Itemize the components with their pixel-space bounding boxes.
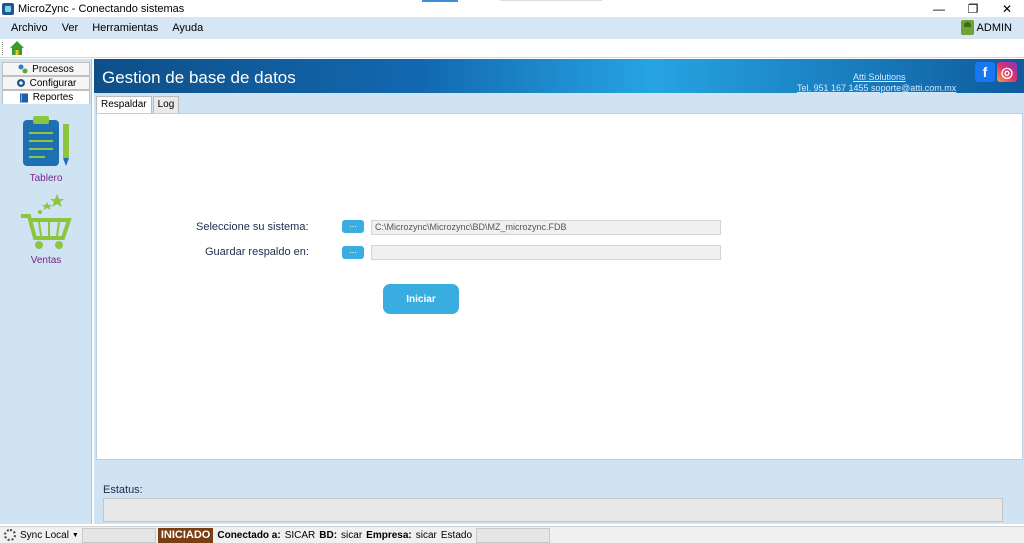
nav-procesos[interactable]: Procesos: [2, 62, 90, 76]
menu-ayuda[interactable]: Ayuda: [165, 17, 210, 39]
page-title: Gestion de base de datos: [102, 68, 296, 87]
tab-log[interactable]: Log: [152, 96, 180, 113]
start-button[interactable]: Iniciar: [383, 284, 459, 314]
facebook-icon[interactable]: f: [975, 62, 995, 82]
contact-link[interactable]: Tel. 951 167 1455 soporte@atti.com.mx: [797, 83, 956, 93]
status-bar: Sync Local ▼ INICIADO Conectado a: SICAR…: [0, 526, 1024, 543]
company-value: sicar: [415, 529, 437, 541]
title-accent-line: [500, 0, 602, 1]
tab-respaldar[interactable]: Respaldar: [96, 96, 152, 114]
nav-content: Tablero Ventas: [2, 104, 90, 522]
gear-icon: [16, 79, 25, 87]
clipboard-icon: [23, 116, 69, 166]
user-name: ADMIN: [976, 21, 1012, 34]
menu-herramientas[interactable]: Herramientas: [85, 17, 165, 39]
instagram-icon[interactable]: ◎: [997, 62, 1017, 82]
tab-strip: Respaldar Log: [96, 96, 180, 114]
system-label: Seleccione su sistema:: [196, 221, 309, 233]
close-button[interactable]: ✕: [990, 0, 1024, 17]
menu-bar: Archivo Ver Herramientas Ayuda ADMIN: [0, 17, 1024, 39]
status-box: [103, 498, 1003, 522]
db-label: BD:: [319, 529, 338, 541]
tile-ventas[interactable]: Ventas: [2, 194, 90, 266]
tile-tablero-label: Tablero: [29, 173, 63, 184]
db-value: sicar: [341, 529, 363, 541]
minimize-button[interactable]: —: [922, 0, 956, 17]
shopping-cart-icon: [21, 194, 72, 249]
sync-spinner-icon: [4, 529, 16, 541]
connected-value: SICAR: [284, 529, 316, 541]
browse-backup-button[interactable]: ...: [342, 246, 364, 259]
sync-progress-box: [81, 527, 156, 543]
processes-icon: [18, 64, 28, 74]
user-menu[interactable]: ADMIN: [960, 20, 1012, 35]
menu-ver[interactable]: Ver: [55, 17, 86, 39]
toolbar-grip[interactable]: [2, 41, 5, 55]
chevron-down-icon[interactable]: ▼: [72, 532, 79, 539]
restore-button[interactable]: ❐: [956, 0, 990, 17]
nav-reportes[interactable]: Reportes: [2, 90, 90, 104]
backup-path-field[interactable]: [371, 245, 721, 260]
window-controls: — ❐ ✕: [922, 0, 1024, 17]
app-icon: [2, 2, 14, 15]
tile-ventas-label: Ventas: [30, 255, 62, 266]
nav-configurar[interactable]: Configurar: [2, 76, 90, 90]
company-link[interactable]: Atti Solutions: [853, 72, 906, 82]
connected-label: Conectado a:: [217, 529, 281, 541]
tile-tablero[interactable]: Tablero: [2, 114, 90, 184]
header-banner: Gestion de base de datos Atti Solutions …: [94, 59, 1024, 93]
left-nav-panel: Procesos Configurar Reportes Tablero Ven…: [0, 59, 92, 524]
company-label: Empresa:: [366, 529, 412, 541]
system-path-field[interactable]: C:\Microzync\Microzync\BD\MZ_microzync.F…: [371, 220, 721, 235]
estado-box: [476, 527, 551, 543]
estado-label: Estado: [440, 529, 473, 541]
window-title: MicroZync - Conectando sistemas: [18, 2, 185, 15]
main-area: Gestion de base de datos Atti Solutions …: [94, 59, 1024, 524]
book-icon: [19, 93, 28, 102]
status-label: Estatus:: [103, 484, 143, 496]
title-bar: MicroZync - Conectando sistemas — ❐ ✕: [0, 0, 1024, 17]
browse-system-button[interactable]: ...: [342, 220, 364, 233]
nav-reportes-label: Reportes: [32, 92, 74, 103]
backup-label: Guardar respaldo en:: [205, 246, 309, 258]
sync-mode-dropdown[interactable]: Sync Local: [20, 530, 69, 541]
toolbar: [0, 39, 1024, 58]
menu-archivo[interactable]: Archivo: [0, 17, 55, 39]
nav-configurar-label: Configurar: [29, 77, 77, 89]
home-icon[interactable]: [9, 40, 25, 56]
title-accent: [422, 0, 458, 2]
user-icon: [960, 20, 974, 35]
state-badge: INICIADO: [157, 527, 214, 543]
tab-panel-respaldar: Seleccione su sistema: ... C:\Microzync\…: [96, 113, 1023, 460]
nav-procesos-label: Procesos: [32, 63, 74, 75]
